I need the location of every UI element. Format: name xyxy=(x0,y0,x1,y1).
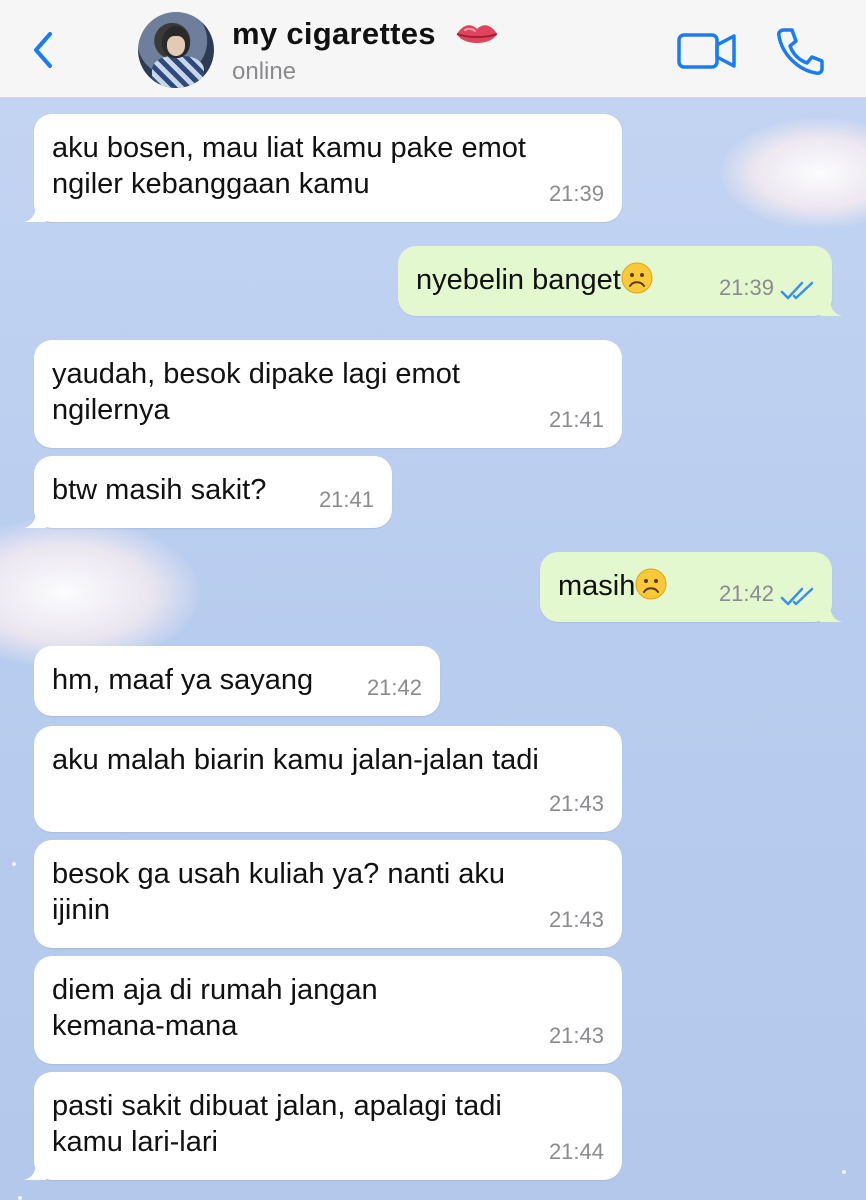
incoming-message[interactable]: pasti sakit dibuat jalan, apalagi tadi k… xyxy=(24,1072,622,1180)
voice-call-button[interactable] xyxy=(774,26,826,76)
chat-header: my cigarettes online xyxy=(0,0,866,98)
video-call-button[interactable] xyxy=(676,30,738,72)
video-camera-icon xyxy=(677,33,736,69)
message-text: pasti sakit dibuat jalan, apalagi tadi k… xyxy=(52,1090,502,1158)
frowning-face-icon xyxy=(621,262,653,294)
incoming-message[interactable]: besok ga usah kuliah ya? nanti aku ijini… xyxy=(34,840,622,948)
outgoing-message[interactable]: nyebelin banget 21:39 xyxy=(398,246,842,316)
message-text: masih xyxy=(558,570,636,602)
lips-icon xyxy=(456,25,498,43)
double-check-icon xyxy=(780,281,814,300)
message-time: 21:42 xyxy=(366,675,422,700)
chat-area[interactable]: aku bosen, mau liat kamu pake emot ngile… xyxy=(0,98,866,1200)
message-text: aku malah biarin kamu jalan-jalan tadi xyxy=(52,744,539,776)
chevron-left-icon xyxy=(34,32,52,68)
message-time: 21:43 xyxy=(548,1023,604,1048)
message-time: 21:39 xyxy=(548,181,604,206)
message-time: 21:44 xyxy=(548,1139,604,1164)
message-text: nyebelin banget xyxy=(416,264,621,296)
avatar[interactable] xyxy=(138,12,214,88)
message-time: 21:41 xyxy=(318,487,374,512)
contact-status: online xyxy=(232,58,297,85)
incoming-message[interactable]: aku malah biarin kamu jalan-jalan tadi 2… xyxy=(34,726,622,832)
incoming-message[interactable]: btw masih sakit? 21:41 xyxy=(24,456,392,528)
incoming-message[interactable]: hm, maaf ya sayang 21:42 xyxy=(34,646,440,716)
phone-icon xyxy=(777,28,824,75)
message-time: 21:43 xyxy=(548,791,604,816)
back-button[interactable] xyxy=(28,30,62,70)
double-check-icon xyxy=(780,587,814,606)
message-time: 21:42 xyxy=(718,581,774,606)
frowning-face-icon xyxy=(635,568,667,600)
incoming-message[interactable]: diem aja di rumah jangan kemana-mana 21:… xyxy=(34,956,622,1064)
message-text: diem aja di rumah jangan kemana-mana xyxy=(52,974,378,1042)
message-text: yaudah, besok dipake lagi emot ngilernya xyxy=(52,358,460,426)
contact-name[interactable]: my cigarettes xyxy=(232,16,436,52)
wallpaper-cloud xyxy=(720,118,866,228)
incoming-message[interactable]: yaudah, besok dipake lagi emot ngilernya… xyxy=(34,340,622,448)
message-text: aku bosen, mau liat kamu pake emot ngile… xyxy=(52,132,526,200)
message-time: 21:39 xyxy=(718,275,774,300)
message-time: 21:41 xyxy=(548,407,604,432)
message-time: 21:43 xyxy=(548,907,604,932)
message-text: besok ga usah kuliah ya? nanti aku ijini… xyxy=(52,858,506,926)
outgoing-message[interactable]: masih 21:42 xyxy=(540,552,842,622)
incoming-message[interactable]: aku bosen, mau liat kamu pake emot ngile… xyxy=(24,114,622,222)
